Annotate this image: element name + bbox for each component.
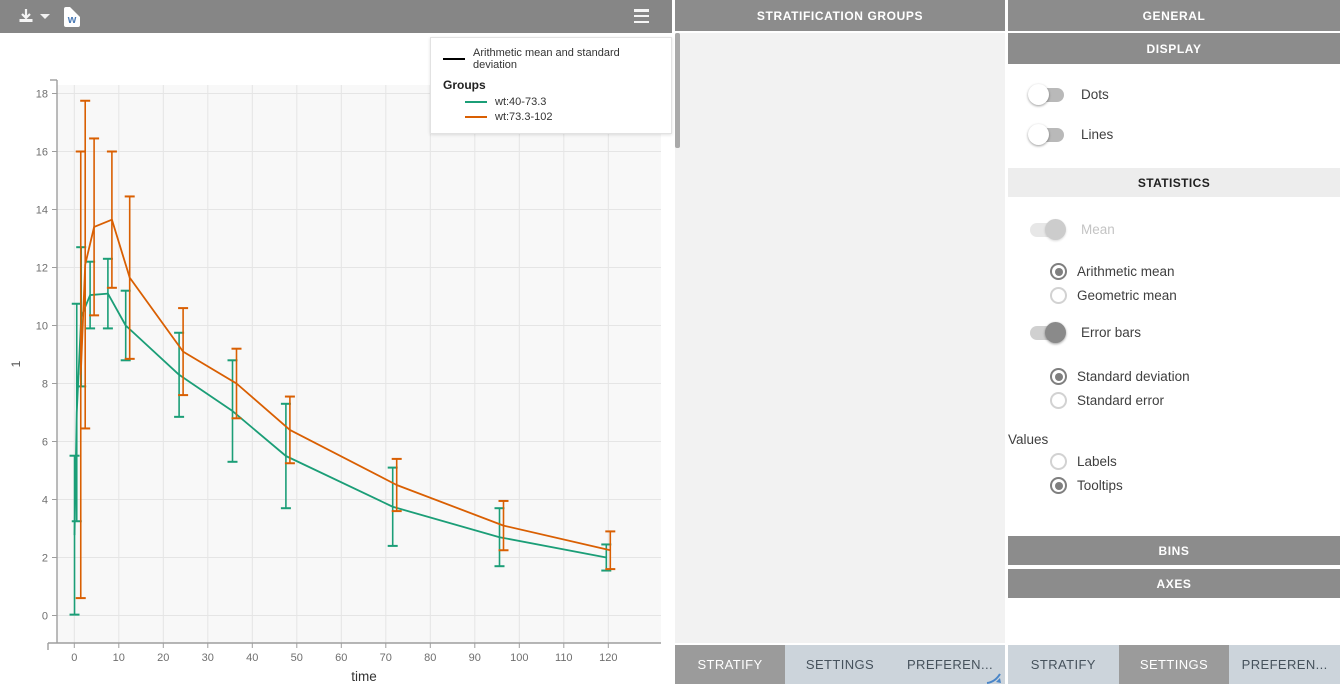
bins-header[interactable]: BINS [1008,536,1340,567]
svg-text:90: 90 [469,652,481,664]
tooltips-radio[interactable] [1050,477,1067,494]
settings-tab-preferences[interactable]: PREFEREN... [1229,645,1340,684]
svg-text:80: 80 [424,652,436,664]
stratification-groups-title: STRATIFICATION GROUPS [757,9,923,23]
standard-deviation-label: Standard deviation [1077,369,1190,384]
svg-text:0: 0 [42,611,48,623]
legend-group1-label: wt:40-73.3 [495,96,546,108]
arithmetic-mean-option: Arithmetic mean [1050,263,1340,280]
geometric-mean-label: Geometric mean [1077,288,1177,303]
chevron-down-icon [40,14,50,19]
standard-error-option: Standard error [1050,392,1340,409]
error-bars-label: Error bars [1081,325,1141,340]
svg-text:50: 50 [291,652,303,664]
svg-text:6: 6 [42,437,48,449]
legend-stat-line-swatch [443,58,465,60]
labels-option: Labels [1050,453,1340,470]
svg-text:70: 70 [380,652,392,664]
lines-toggle[interactable] [1030,128,1064,142]
labels-label: Labels [1077,454,1117,469]
svg-text:20: 20 [157,652,169,664]
svg-text:110: 110 [555,652,573,664]
chart-panel: w 0 2 4 6 8 10 12 14 16 18 0 10 20 30 40 50 60 70 80 90 100 1… [0,0,672,684]
svg-text:60: 60 [335,652,347,664]
general-title: GENERAL [1143,9,1206,23]
chart-legend: Arithmetic mean and standard deviation G… [430,37,672,134]
legend-group2-label: wt:73.3-102 [495,111,552,123]
display-title: DISPLAY [1146,42,1201,56]
svg-text:14: 14 [36,205,48,217]
error-bars-row: Error bars [1030,325,1340,340]
stratification-groups-header[interactable]: STRATIFICATION GROUPS [675,0,1005,33]
standard-deviation-option: Standard deviation [1050,368,1340,385]
svg-text:12: 12 [36,263,48,275]
error-bars-toggle[interactable] [1030,326,1064,340]
labels-radio[interactable] [1050,453,1067,470]
settings-panel: GENERAL DISPLAY Dots Lines STATISTICS Me… [1008,0,1340,684]
svg-text:10: 10 [113,652,125,664]
geometric-mean-radio[interactable] [1050,287,1067,304]
svg-text:2: 2 [42,553,48,565]
axes-title: AXES [1156,577,1191,591]
chart-toolbar: w [0,0,672,33]
standard-error-radio[interactable] [1050,392,1067,409]
mean-label: Mean [1081,222,1115,237]
tooltips-label: Tooltips [1077,478,1123,493]
general-header[interactable]: GENERAL [1008,0,1340,33]
dots-label: Dots [1081,87,1109,102]
strat-tab-settings[interactable]: SETTINGS [785,645,895,684]
legend-group1-swatch [465,101,487,103]
word-icon: w [68,13,77,27]
statistics-section-header[interactable]: STATISTICS [1008,168,1340,199]
lines-row: Lines [1030,127,1340,142]
dots-row: Dots [1030,87,1340,102]
plot-area: 0 2 4 6 8 10 12 14 16 18 0 10 20 30 40 50 60 70 80 90 100 110… [0,33,672,684]
svg-text:18: 18 [36,89,48,101]
strat-footer-tabs: STRATIFY SETTINGS PREFEREN... [675,645,1005,684]
svg-text:40: 40 [246,652,258,664]
svg-text:4: 4 [42,495,48,507]
mean-row: Mean [1030,222,1340,237]
standard-error-label: Standard error [1077,393,1164,408]
legend-group2-swatch [465,116,487,118]
standard-deviation-radio[interactable] [1050,368,1067,385]
strat-tab-stratify[interactable]: STRATIFY [675,645,785,684]
geometric-mean-option: Geometric mean [1050,287,1340,304]
legend-groups-title: Groups [443,78,661,92]
tooltips-option: Tooltips [1050,477,1340,494]
axes-header[interactable]: AXES [1008,569,1340,600]
settings-tab-stratify[interactable]: STRATIFY [1008,645,1119,684]
values-label: Values [1008,432,1340,447]
resize-grip-icon[interactable] [985,672,1003,684]
dots-toggle[interactable] [1030,88,1064,102]
svg-text:16: 16 [36,147,48,159]
settings-tab-settings[interactable]: SETTINGS [1119,645,1230,684]
svg-text:0: 0 [71,652,77,664]
svg-text:8: 8 [42,379,48,391]
legend-stat-label: Arithmetic mean and standard deviation [473,47,661,71]
settings-footer-tabs: STRATIFY SETTINGS PREFEREN... [1008,645,1340,684]
bins-title: BINS [1158,544,1189,558]
svg-text:10: 10 [36,321,48,333]
download-menu-button[interactable] [16,7,50,26]
export-word-button[interactable]: w [64,7,80,27]
arithmetic-mean-label: Arithmetic mean [1077,264,1175,279]
strat-scrollbar[interactable] [675,33,1005,643]
display-header[interactable]: DISPLAY [1008,33,1340,66]
svg-text:30: 30 [202,652,214,664]
download-icon [16,7,36,26]
arithmetic-mean-radio[interactable] [1050,263,1067,280]
stratification-panel: STRATIFICATION GROUPS age wt 73.5 [675,0,1005,684]
mean-toggle [1030,223,1064,237]
menu-button[interactable] [634,9,649,23]
svg-text:1: 1 [9,360,23,367]
statistics-title: STATISTICS [1138,176,1210,190]
strat-scrollbar-thumb[interactable] [675,33,680,148]
svg-text:100: 100 [510,652,528,664]
lines-label: Lines [1081,127,1113,142]
svg-text:time: time [351,669,377,684]
svg-text:120: 120 [599,652,617,664]
